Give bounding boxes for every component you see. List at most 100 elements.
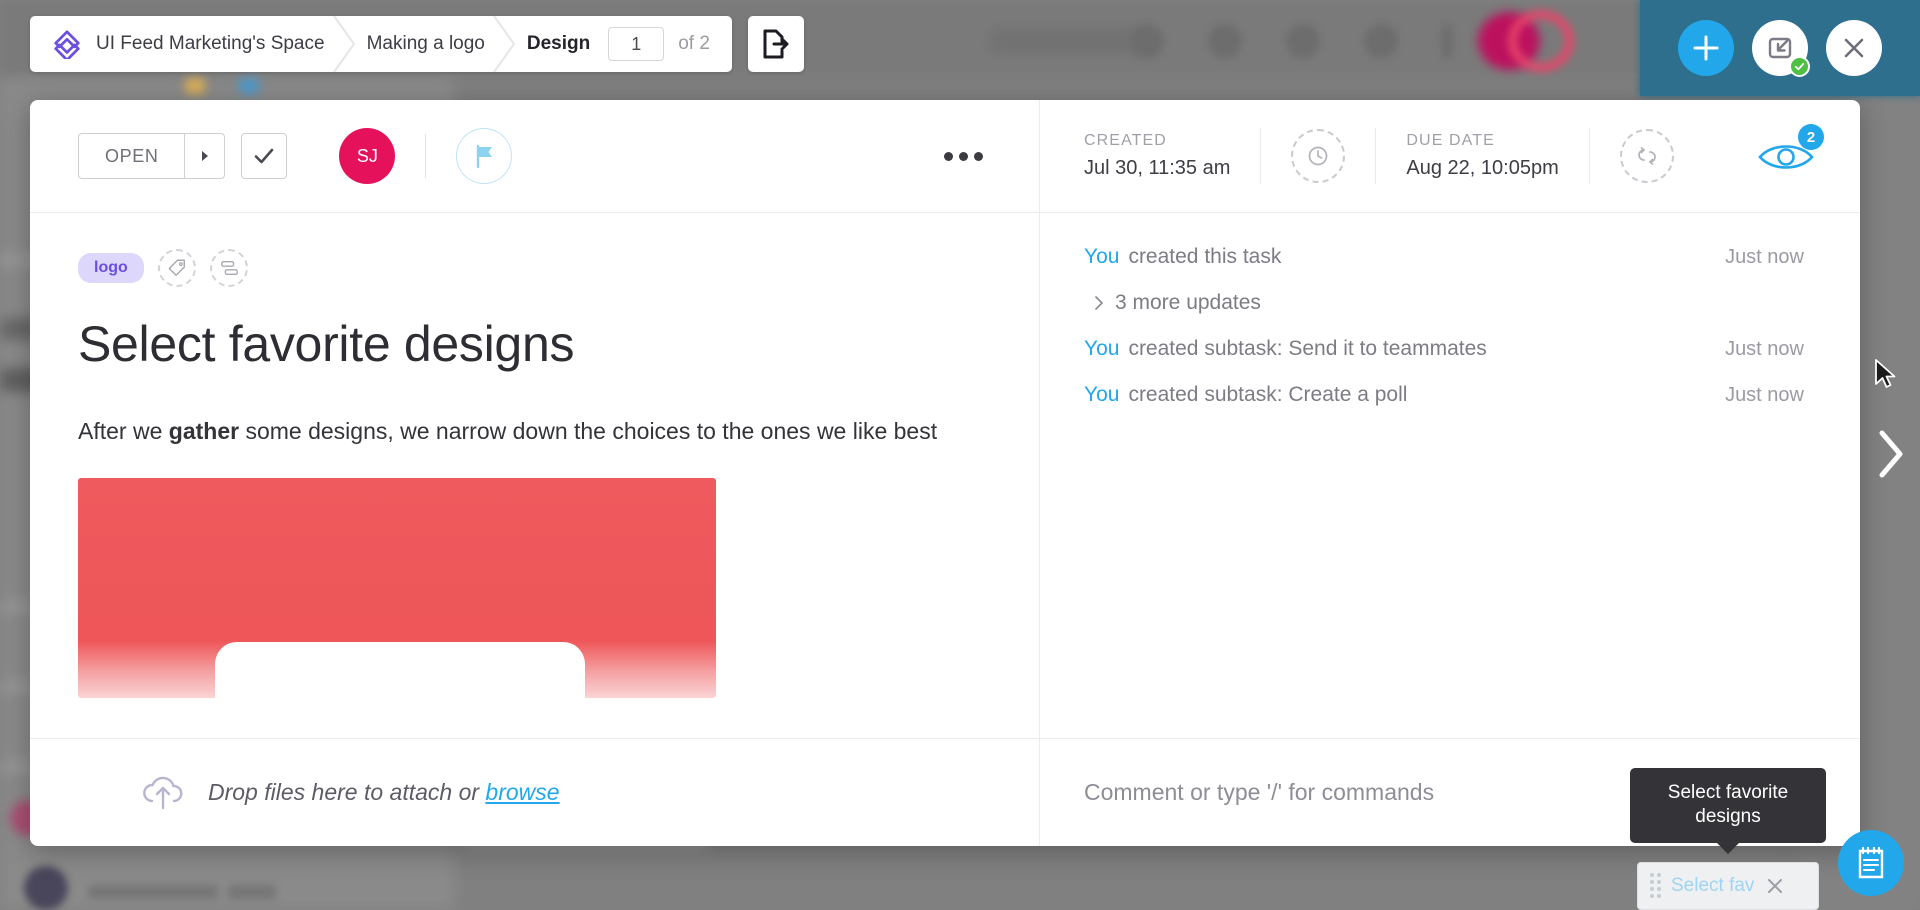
chevron-right-icon [1879,430,1903,478]
notepad-icon [1858,846,1884,879]
close-x-icon [1844,38,1864,58]
header-divider [1375,128,1377,184]
due-date-meta[interactable]: DUE DATE Aug 22, 10:05pm [1406,132,1558,180]
description-bold-word: gather [168,418,240,444]
comment-input-placeholder[interactable]: Comment or type '/' for commands [1084,779,1434,806]
activity-time: Just now [1725,338,1804,360]
header-divider [425,134,427,178]
task-description[interactable]: After we gather some designs, we narrow … [78,415,978,448]
clickup-logo-icon [54,30,80,59]
caret-right-icon[interactable] [184,134,224,178]
chevron-right-icon [1095,296,1103,310]
backdrop-toolbar-icons [1130,24,1452,58]
watchers-count-badge: 2 [1798,124,1824,150]
backdrop-list-avatar [24,866,68,910]
header-divider [1260,128,1262,184]
close-x-icon[interactable] [1764,875,1786,897]
description-image-attachment[interactable] [78,477,716,698]
task-detail-pane: logo Select favorite designs After we ga… [30,213,1040,846]
breadcrumb-label: UI Feed Marketing's Space [96,33,325,54]
mark-complete-button[interactable] [241,133,288,179]
close-task-button[interactable] [1826,20,1882,76]
breadcrumb-item-space[interactable]: UI Feed Marketing's Space [30,16,355,72]
show-more-updates-button[interactable]: 3 more updates [1094,291,1804,315]
task-title[interactable]: Select favorite designs [78,315,991,373]
task-header-left: OPEN SJ [30,100,1040,212]
tag-row: logo [78,249,991,287]
due-date-value: Aug 22, 10:05pm [1406,157,1559,179]
activity-time: Just now [1725,384,1804,406]
activity-actor[interactable]: You [1084,245,1119,269]
ellipsis-icon [974,151,983,161]
browse-link[interactable]: browse [485,779,559,805]
clock-icon [1309,146,1328,166]
task-detail-modal: OPEN SJ CREATED Jul 30, 11:35 am DUE DAT… [30,100,1860,846]
breadcrumb-label: Design [526,33,591,54]
minimized-task-chip[interactable]: Select fav [1637,862,1819,910]
plus-icon [1693,35,1719,61]
page-total-label: of 2 [678,33,710,54]
assignee-avatar[interactable]: SJ [339,128,396,184]
created-value: Jul 30, 11:35 am [1084,157,1231,179]
next-task-button[interactable] [1870,425,1910,488]
ellipsis-icon [944,151,953,161]
notepad-button[interactable] [1838,830,1904,896]
activity-text: created this task [1128,245,1282,268]
window-action-cluster [1640,0,1920,96]
custom-field-icon [220,260,238,276]
checkmark-icon [1794,63,1805,71]
time-estimate-button[interactable] [1291,129,1346,183]
add-custom-field-button[interactable] [209,249,248,287]
backdrop-search-pill [990,28,1140,54]
green-check-badge [1789,56,1810,77]
activity-actor[interactable]: You [1084,383,1119,407]
export-document-icon [763,29,789,59]
tag-icon [168,259,185,276]
header-divider [1588,128,1590,184]
backdrop-list-name [88,885,218,899]
due-date-label: DUE DATE [1406,132,1495,149]
backdrop-avatar-b [1508,10,1574,72]
breadcrumb: UI Feed Marketing's Space Making a logo … [30,16,732,72]
priority-flag-button[interactable] [456,128,513,184]
task-status-button[interactable]: OPEN [78,133,226,179]
activity-item: You created this task Just now [1084,245,1804,269]
ellipsis-icon [959,151,968,161]
drag-grip-icon[interactable] [1650,873,1661,899]
task-more-actions-button[interactable] [944,151,983,161]
task-header-right: CREATED Jul 30, 11:35 am DUE DATE Aug 22… [1040,100,1860,212]
task-header: OPEN SJ CREATED Jul 30, 11:35 am DUE DAT… [30,100,1860,213]
recurring-button[interactable] [1619,129,1674,183]
breadcrumb-item-task[interactable]: Design [505,16,600,72]
image-card-shape [215,641,585,698]
breadcrumb-separator-icon [493,16,516,72]
watchers-button[interactable]: 2 [1756,124,1824,175]
activity-item: You created subtask: Create a poll Just … [1084,383,1804,407]
attachment-dropzone[interactable]: Drop files here to attach or browse [30,738,1039,846]
page-number-input[interactable] [608,27,665,61]
activity-item: You created subtask: Send it to teammate… [1084,337,1804,361]
task-status-label: OPEN [105,145,159,166]
dropzone-text: Drop files here to attach or browse [208,779,560,806]
breadcrumb-separator-icon [332,16,355,72]
avatar-initials: SJ [356,145,378,166]
upload-cloud-icon [143,776,183,809]
activity-text: created subtask: Send it to teammates [1128,337,1487,360]
add-task-button[interactable] [1678,20,1734,76]
description-part-1: After we [78,418,169,444]
add-tag-button[interactable] [157,249,196,287]
checkmark-icon [255,148,274,164]
activity-actor[interactable]: You [1084,337,1119,361]
created-meta: CREATED Jul 30, 11:35 am [1084,132,1230,180]
open-in-full-button[interactable] [748,16,804,72]
minimize-task-button[interactable] [1752,20,1810,77]
task-activity-pane: You created this task Just now 3 more up… [1040,213,1860,846]
task-detail-scroll[interactable]: logo Select favorite designs After we ga… [30,213,1039,738]
flag-icon [477,144,493,169]
breadcrumb-label: Making a logo [366,33,485,54]
breadcrumb-item-list[interactable]: Making a logo [345,16,516,72]
minimize-task-icon [1768,37,1792,59]
task-tag[interactable]: logo [78,253,144,283]
created-label: CREATED [1084,132,1167,149]
backdrop-status-dots [185,78,259,94]
